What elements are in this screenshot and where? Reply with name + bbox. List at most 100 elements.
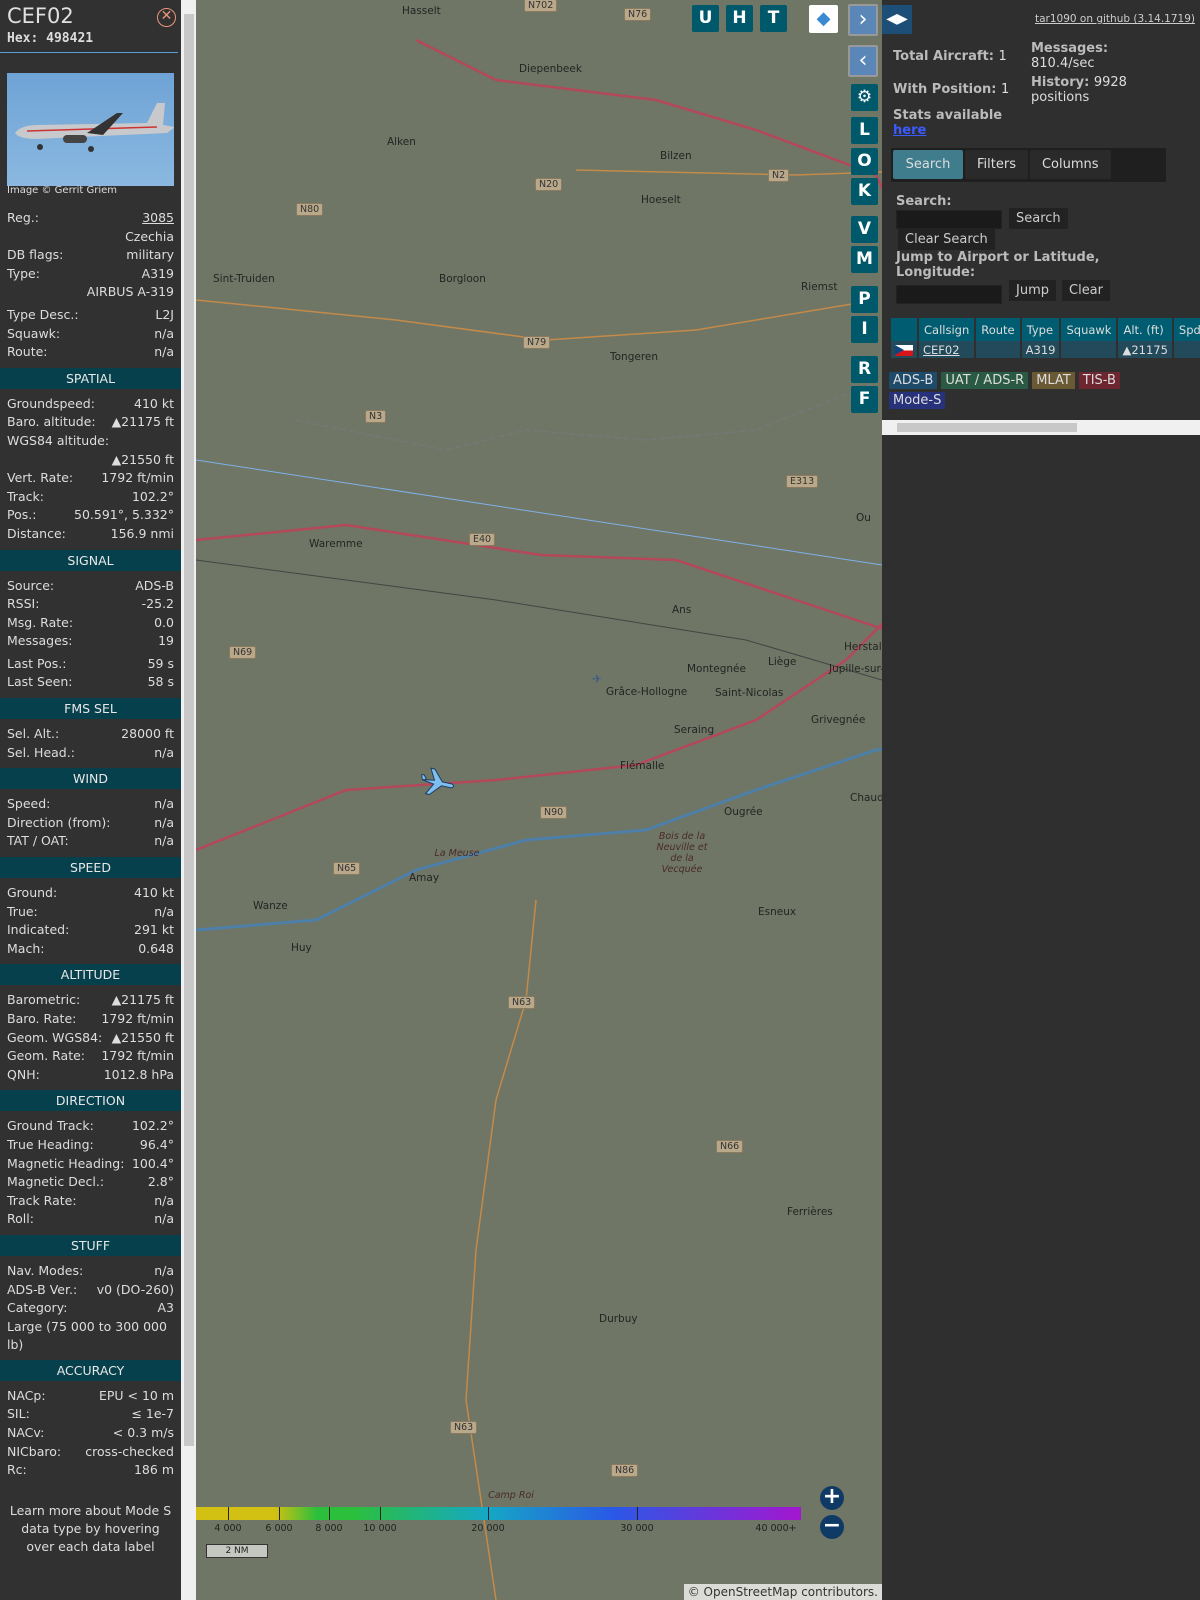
scrollbar-thumb[interactable] [897,423,1077,432]
detail-label: Baro. altitude: [7,414,96,430]
detail-label: Category: [7,1300,68,1316]
column-header-flag[interactable] [891,318,917,341]
layers-icon[interactable]: ◆ [809,5,838,33]
cell-callsign[interactable]: CEF02 [919,341,975,358]
zoom-out-button[interactable]: − [820,1515,844,1539]
detail-label: Source: [7,577,55,593]
map-button-i[interactable]: I [851,316,878,343]
detail-value: 19 [158,633,174,649]
detail-row-msg-rate: Msg. Rate: 0.0 [0,614,181,633]
section-header-signal: SIGNAL [0,549,181,571]
map-button-v[interactable]: V [851,216,878,243]
map-button-u[interactable]: U [692,5,719,32]
place-label: Saint-Nicolas [715,687,784,699]
legend-tick [329,1507,330,1520]
search-input[interactable] [896,210,1002,229]
with-position-label: With Position: [893,82,997,97]
footer-note: Learn more about Mode S data type by hov… [9,1502,172,1554]
detail-value: ▲21175 ft [111,414,174,430]
place-label: Flémalle [620,760,665,772]
detail-label: Distance: [7,525,66,541]
place-label: Seraing [674,724,715,736]
detail-value: EPU < 10 m [98,1387,174,1403]
column-header-squawk[interactable]: Squawk [1061,318,1117,341]
legend-tick-label: 8 000 [315,1523,343,1534]
detail-label: Geom. WGS84: [7,1029,103,1045]
map-button-m[interactable]: M [851,246,878,273]
search-button[interactable]: Search [1009,208,1068,229]
tab-search[interactable]: Search [893,150,963,179]
road-shield: N86 [611,1464,639,1477]
place-label: Waremme [309,538,363,550]
aircraft-hex: Hex: 498421 [7,31,94,46]
detail-row-roll: Roll: n/a [0,1210,181,1229]
search-label: Search: [896,194,952,209]
detail-value: n/a [154,833,174,849]
map-button-k[interactable]: K [851,178,878,205]
registration-link[interactable]: 3085 [142,209,174,228]
column-header-spd[interactable]: Spd [1173,318,1200,341]
detail-row-ads-b-ver: ADS-B Ver.: v0 (DO-260) [0,1281,181,1300]
detail-row-direction-from: Direction (from): n/a [0,814,181,833]
table-horizontal-scrollbar[interactable] [882,420,1200,435]
map-button-o[interactable]: O [851,148,878,175]
settings-gear-icon[interactable]: ⚙ [851,84,878,111]
place-label: Ferrières [787,1206,833,1218]
detail-label: True Heading: [7,1136,94,1152]
jump-input[interactable] [896,285,1002,304]
detail-value: 1792 ft/min [101,470,174,486]
clear-search-button[interactable]: Clear Search [898,229,995,250]
collapse-sidebar-button[interactable]: ‹ [848,45,878,77]
column-header-route[interactable]: Route [976,318,1020,341]
map-button-h[interactable]: H [726,5,753,32]
stats-label: Stats available [893,108,1003,123]
map-button-p[interactable]: P [851,286,878,313]
detail-value: military [126,247,174,263]
zoom-in-button[interactable]: + [820,1486,844,1510]
tab-columns[interactable]: Columns [1029,150,1111,179]
column-header-type[interactable]: Type [1021,318,1060,341]
detail-value: ≤ 1e-7 [131,1406,174,1422]
jump-label: Jump to Airport or Latitude, Longitude: [896,250,1100,280]
detail-value: 291 kt [134,922,174,938]
detail-label: RSSI: [7,596,40,612]
clear-button[interactable]: Clear [1062,280,1110,301]
map-button-l[interactable]: L [851,117,878,144]
stats-link[interactable]: here [893,123,926,138]
detail-row-true-heading: True Heading: 96.4° [0,1136,181,1155]
detail-label: Route: [7,344,48,360]
table-row[interactable]: CEF02 A319 ▲21175 [891,341,1200,358]
detail-value: ▲21550 ft [111,451,174,467]
map-attribution[interactable]: © OpenStreetMap contributors. [683,1584,882,1600]
legend-uat-ads-r: UAT / ADS-R [941,372,1029,389]
toggle-panel-button[interactable]: ◀▶ [882,5,912,34]
column-header-callsign[interactable]: Callsign [919,318,975,341]
detail-value: 59 s [147,655,174,671]
map[interactable]: ✈ ◆ › ‹ ⚙ + − 2 NM © OpenStreetMap contr… [196,0,882,1600]
expand-sidebar-button[interactable]: › [848,4,878,36]
detail-row-type: Type: A319 [0,265,181,284]
place-label: Liège [768,656,797,668]
detail-row-route: Route: n/a [0,343,181,362]
close-icon[interactable]: ✕ [157,8,176,27]
detail-label: Large (75 000 to 300 000 lb) [7,1318,167,1352]
detail-value: 410 kt [134,395,174,411]
detail-value: 96.4° [139,1136,174,1152]
place-label: Grivegnée [811,714,866,726]
tab-filters[interactable]: Filters [965,150,1028,179]
road-shield: N65 [333,862,361,875]
map-button-f[interactable]: F [851,386,878,413]
legend-tick-label: 20 000 [471,1523,505,1534]
map-button-t[interactable]: T [760,5,787,32]
road-shield: E40 [469,533,496,546]
map-button-r[interactable]: R [851,356,878,383]
road-shield: E313 [786,475,819,488]
jump-button[interactable]: Jump [1009,280,1056,301]
aircraft-photo[interactable] [7,73,175,186]
detail-label: NACp: [7,1387,46,1403]
github-link[interactable]: tar1090 on github (3.14.1719) [1035,13,1195,25]
sidebar-scrollbar-thumb[interactable] [184,14,194,1446]
detail-value: A3 [157,1300,174,1316]
column-header-alt-ft[interactable]: Alt. (ft) [1118,318,1172,341]
cell-route [976,341,1020,358]
